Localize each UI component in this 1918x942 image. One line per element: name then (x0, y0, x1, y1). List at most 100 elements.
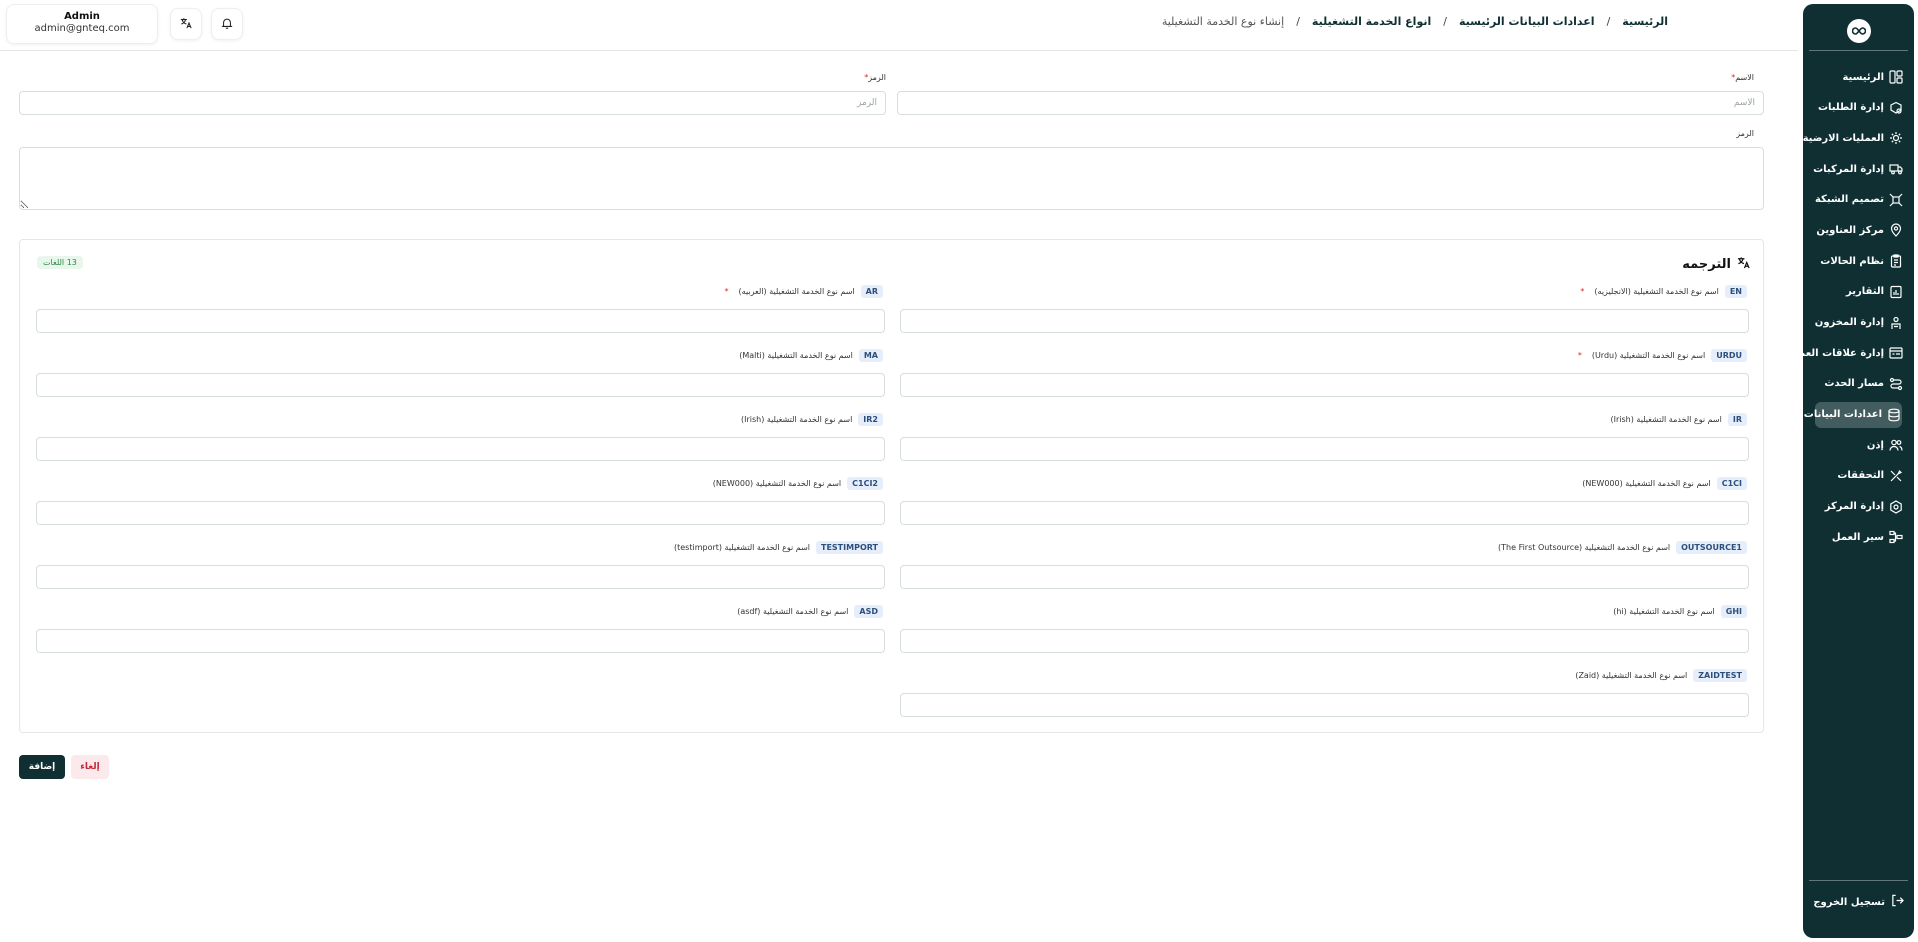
name-input[interactable] (897, 91, 1764, 115)
sidebar-item-ground-ops[interactable]: العمليات الارضية (1803, 125, 1914, 151)
sidebar-item-status-system[interactable]: نظام الحالات (1803, 248, 1914, 274)
sidebar-item-inventory[interactable]: إدارة المخزون (1803, 310, 1914, 336)
translation-label-c1ci2: C1CI2 اسم نوع الخدمة التشغيلية (NEW000) (713, 477, 883, 490)
sidebar-item-center-management[interactable]: إدارة المركز (1803, 494, 1914, 520)
truck-icon (1888, 161, 1904, 177)
language-code: ZAIDTEST (1693, 669, 1747, 682)
database-icon (1886, 407, 1902, 423)
required-asterisk: * (1577, 351, 1582, 360)
language-code: TESTIMPORT (816, 541, 883, 554)
translation-input-ir[interactable] (900, 437, 1749, 461)
sidebar-item-label: إدارة المركبات (1813, 163, 1884, 175)
sidebar-item-event-route[interactable]: مسار الحدث (1803, 371, 1914, 397)
sidebar-item-label: مركز العناوين (1816, 224, 1884, 236)
logout-icon (1891, 894, 1904, 910)
translation-input-outsource1[interactable] (900, 565, 1749, 589)
sidebar-item-reports[interactable]: التقارير (1803, 279, 1914, 305)
translation-input-ghi[interactable] (900, 629, 1749, 653)
language-code: ASD (854, 605, 883, 618)
translation-input-urdu[interactable] (900, 373, 1749, 397)
app-logo[interactable] (1846, 19, 1871, 43)
sidebar-item-label: سير العمل (1831, 531, 1884, 543)
map-pin-icon (1888, 222, 1904, 238)
language-button[interactable] (170, 8, 202, 40)
sidebar-item-network-design[interactable]: تصميم الشبكة (1803, 187, 1914, 213)
add-button[interactable]: إضافة (19, 755, 65, 779)
sidebar-item-label: العمليات الارضية (1802, 132, 1884, 144)
sidebar-item-label: التحققات (1837, 470, 1884, 482)
breadcrumb: الرئيسية / اعدادات البيانات الرئيسية / ا… (1162, 15, 1668, 28)
language-code: AR (860, 285, 883, 298)
sidebar-item-label: نظام الحالات (1820, 255, 1884, 267)
required-asterisk: * (1580, 287, 1585, 296)
translation-label-outsource1: OUTSOURCE1 اسم نوع الخدمة التشغيلية (The… (1498, 541, 1747, 554)
languages-count-badge: 13 اللغات (37, 256, 83, 269)
breadcrumb-separator: / (1296, 15, 1300, 28)
translation-title: الترجمه (1682, 256, 1750, 273)
language-code: IR (1727, 413, 1747, 426)
sidebar-menu: الرئيسية إدارة الطلبات العمليات الارضية … (1786, 64, 1914, 555)
name-field-label: الاسم* (1731, 73, 1754, 82)
sidebar-item-label: إذن (1866, 439, 1884, 451)
language-code: MA (858, 349, 883, 362)
description-textarea[interactable] (19, 147, 1764, 210)
layout-icon (1888, 69, 1904, 85)
sidebar-item-data-settings[interactable]: اعدادات البيانات (1804, 401, 1902, 428)
sidebar-item-label: اعدادات البيانات (1803, 409, 1882, 421)
sidebar-item-orders[interactable]: إدارة الطلبات (1803, 95, 1914, 121)
language-code: GHI (1720, 605, 1747, 618)
translation-input-ar[interactable] (36, 309, 885, 333)
sidebar-item-home[interactable]: الرئيسية (1803, 64, 1914, 90)
translation-input-ir2[interactable] (36, 437, 885, 461)
breadcrumb-separator: / (1606, 15, 1611, 28)
breadcrumb-item-service-types[interactable]: انواع الخدمة التشغيلية (1312, 15, 1431, 28)
translation-input-asd[interactable] (36, 629, 885, 653)
translation-input-c1ci[interactable] (900, 501, 1749, 525)
required-asterisk: * (724, 287, 729, 296)
translation-label-asd: ASD اسم نوع الخدمة التشغيلية (asdf) (737, 605, 883, 618)
sidebar-item-label: إدارة المركز (1824, 501, 1884, 513)
logout-button[interactable]: تسجيل الخروج (1813, 894, 1904, 910)
route-icon (1888, 376, 1904, 392)
translation-label-ir2: IR2 اسم نوع الخدمة التشغيلية (Irish) (741, 413, 883, 426)
breadcrumb-item-home[interactable]: الرئيسية (1622, 15, 1668, 28)
bell-icon (221, 17, 233, 32)
code-field-label: الرمز* (864, 73, 886, 82)
notifications-button[interactable] (211, 8, 243, 40)
logout-label: تسجيل الخروج (1813, 896, 1885, 908)
code-input[interactable] (19, 91, 886, 115)
sidebar-item-address-center[interactable]: مركز العناوين (1803, 217, 1914, 243)
sidebar-item-label: إدارة علاقات العملاء (1786, 347, 1884, 359)
workflow-icon (1888, 529, 1904, 545)
sun-gear-icon (1888, 130, 1904, 146)
translation-label-en: EN اسم نوع الخدمة التشغيلية (الانجليزيه)… (1580, 285, 1747, 298)
sidebar-item-validations[interactable]: التحققات (1803, 463, 1914, 489)
translate-icon (1737, 256, 1750, 273)
user-profile-card[interactable]: Admin admin@gnteq.com (6, 4, 158, 44)
top-bar: Admin admin@gnteq.com الرئيسية / اعدادات… (0, 0, 1798, 51)
cancel-button[interactable]: إلغاء (71, 755, 109, 779)
user-name: Admin (64, 11, 100, 22)
sidebar-item-crm[interactable]: إدارة علاقات العملاء (1786, 340, 1914, 366)
breadcrumb-item-master-data[interactable]: اعدادات البيانات الرئيسية (1459, 15, 1595, 28)
description-field-label: الرمز (1736, 129, 1754, 138)
sidebar-item-permission[interactable]: إذن (1803, 432, 1914, 458)
language-code: C1CI2 (847, 477, 883, 490)
translation-input-c1ci2[interactable] (36, 501, 885, 525)
translation-input-en[interactable] (900, 309, 1749, 333)
translation-input-zaidtest[interactable] (900, 693, 1749, 717)
translation-label-urdu: URDU اسم نوع الخدمة التشغيلية (Urdu) * (1578, 349, 1747, 362)
language-code: EN (1724, 285, 1747, 298)
sidebar-item-label: مسار الحدث (1824, 378, 1884, 390)
sidebar-divider (1809, 880, 1908, 881)
sidebar-item-workflow[interactable]: سير العمل (1803, 524, 1914, 550)
translation-input-testimport[interactable] (36, 565, 885, 589)
breadcrumb-separator: / (1443, 15, 1447, 28)
crm-icon (1888, 345, 1904, 361)
translation-input-ma[interactable] (36, 373, 885, 397)
translation-label-ma: MA اسم نوع الخدمة التشغيلية (Malti) (739, 349, 883, 362)
language-code: C1CI (1716, 477, 1747, 490)
sidebar-item-vehicles[interactable]: إدارة المركبات (1803, 156, 1914, 182)
sidebar: الرئيسية إدارة الطلبات العمليات الارضية … (1786, 4, 1914, 938)
clipboard-icon (1888, 253, 1904, 269)
